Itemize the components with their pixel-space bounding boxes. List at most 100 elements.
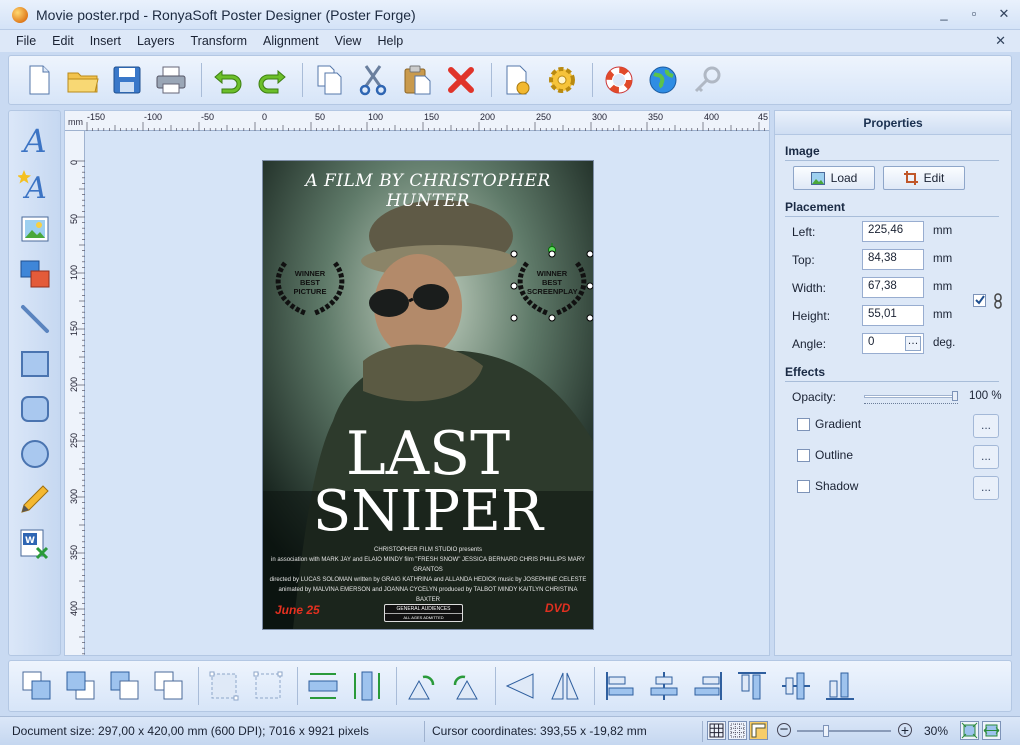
menu-layers[interactable]: Layers <box>129 34 183 48</box>
rotate-left-button[interactable] <box>402 666 442 706</box>
edit-image-button[interactable]: Edit <box>883 166 965 190</box>
fit-height-button[interactable] <box>347 666 387 706</box>
image-icon <box>21 216 48 242</box>
grid-icon <box>709 723 724 738</box>
load-image-button[interactable]: Load <box>793 166 875 190</box>
bring-to-front-button[interactable] <box>17 666 57 706</box>
flip-horizontal-button[interactable] <box>501 666 541 706</box>
flip-vertical-button[interactable] <box>545 666 585 706</box>
paste-button[interactable] <box>397 60 437 100</box>
menu-help[interactable]: Help <box>369 34 411 48</box>
fit-width-icon <box>308 673 338 699</box>
send-to-back-button[interactable] <box>61 666 101 706</box>
cut-button[interactable] <box>353 60 393 100</box>
svg-text:W: W <box>25 536 35 546</box>
shadow-options-button[interactable]: ... <box>973 476 999 500</box>
art-text-tool[interactable]: A <box>15 164 55 204</box>
angle-picker-button[interactable]: … <box>905 336 921 351</box>
ellipse-tool[interactable] <box>15 434 55 474</box>
zoom-out-button[interactable]: − <box>777 722 791 737</box>
open-button[interactable] <box>63 60 103 100</box>
ruler-label: -50 <box>201 112 215 122</box>
redo-button[interactable] <box>252 60 292 100</box>
align-left-button[interactable] <box>600 666 640 706</box>
delete-button[interactable] <box>441 60 481 100</box>
align-middle-button[interactable] <box>776 666 816 706</box>
menu-view[interactable]: View <box>327 34 370 48</box>
clipart-tool[interactable] <box>15 254 55 294</box>
shadow-checkbox[interactable] <box>797 480 810 493</box>
width-field[interactable]: 67,38 <box>862 277 924 298</box>
opacity-slider[interactable] <box>864 391 958 405</box>
menu-alignment[interactable]: Alignment <box>255 34 327 48</box>
print-button[interactable] <box>151 60 191 100</box>
height-field[interactable]: 55,01 <box>862 305 924 326</box>
import-document-tool[interactable]: W <box>15 524 55 564</box>
opacity-slider-thumb[interactable] <box>952 391 958 401</box>
top-field[interactable]: 84,38 <box>862 249 924 270</box>
rectangle-tool[interactable] <box>15 344 55 384</box>
minimize-button[interactable]: _ <box>936 6 952 22</box>
zoom-slider[interactable] <box>797 725 891 737</box>
laurel-award-right[interactable]: WINNER BEST SCREENPLAY <box>511 253 593 317</box>
rounded-rectangle-tool[interactable] <box>15 389 55 429</box>
text-tool[interactable]: A <box>15 119 55 159</box>
settings-button[interactable] <box>542 60 582 100</box>
pencil-tool[interactable] <box>15 479 55 519</box>
undo-button[interactable] <box>208 60 248 100</box>
rotate-right-button[interactable] <box>446 666 486 706</box>
image-tool[interactable] <box>15 209 55 249</box>
maximize-button[interactable]: ▫ <box>966 6 982 22</box>
fit-width-button[interactable] <box>303 666 343 706</box>
design-canvas[interactable]: mm -150 -100 -50 0 50 100 150 200 250 30… <box>64 110 770 656</box>
bring-forward-button[interactable] <box>105 666 145 706</box>
copy-button[interactable] <box>309 60 349 100</box>
group-button[interactable] <box>204 666 244 706</box>
fit-page-button[interactable] <box>960 721 979 740</box>
web-button[interactable] <box>643 60 683 100</box>
align-center-button[interactable] <box>644 666 684 706</box>
line-tool[interactable] <box>15 299 55 339</box>
grid-toggle-button[interactable] <box>707 721 726 740</box>
align-right-icon <box>694 672 722 700</box>
poster-page[interactable]: A FILM BY CHRISTOPHER HUNTER WINNER BEST… <box>263 161 593 629</box>
menu-edit[interactable]: Edit <box>44 34 82 48</box>
credits-line: CHRISTOPHER FILM STUDIO presents <box>374 547 482 553</box>
toolbar-separator <box>592 63 593 97</box>
help-button[interactable] <box>599 60 639 100</box>
fit-width-view-button[interactable] <box>982 721 1001 740</box>
menu-file[interactable]: File <box>8 34 44 48</box>
zoom-level: 30% <box>924 724 949 738</box>
save-icon <box>113 66 141 94</box>
save-button[interactable] <box>107 60 147 100</box>
laurel-award-left[interactable]: WINNER BEST PICTURE <box>269 253 351 317</box>
close-button[interactable]: ✕ <box>996 6 1012 22</box>
gradient-options-button[interactable]: ... <box>973 414 999 438</box>
document-close-button[interactable]: ✕ <box>995 33 1006 49</box>
zoom-slider-thumb[interactable] <box>823 725 830 737</box>
aspect-lock-checkbox[interactable] <box>973 294 986 307</box>
text-icon: A <box>20 122 46 156</box>
menu-transform[interactable]: Transform <box>183 34 256 48</box>
gradient-checkbox[interactable] <box>797 418 810 431</box>
ruler-label: 250 <box>69 432 79 448</box>
menu-insert[interactable]: Insert <box>82 34 129 48</box>
ruler-label: 100 <box>69 264 79 280</box>
register-button[interactable] <box>687 60 727 100</box>
new-document-button[interactable] <box>19 60 59 100</box>
outline-options-button[interactable]: ... <box>973 445 999 469</box>
dotted-grid-toggle-button[interactable] <box>728 721 747 740</box>
page-setup-button[interactable] <box>498 60 538 100</box>
crop-icon <box>903 171 918 185</box>
align-top-button[interactable] <box>732 666 772 706</box>
left-field[interactable]: 225,46 <box>862 221 924 242</box>
send-backward-button[interactable] <box>149 666 189 706</box>
rulers-toggle-button[interactable] <box>749 721 768 740</box>
ungroup-button[interactable] <box>248 666 288 706</box>
align-right-button[interactable] <box>688 666 728 706</box>
zoom-in-button[interactable]: + <box>898 723 912 737</box>
align-bottom-button[interactable] <box>820 666 860 706</box>
outline-checkbox[interactable] <box>797 449 810 462</box>
status-separator <box>702 721 703 742</box>
width-unit: mm <box>933 281 953 293</box>
